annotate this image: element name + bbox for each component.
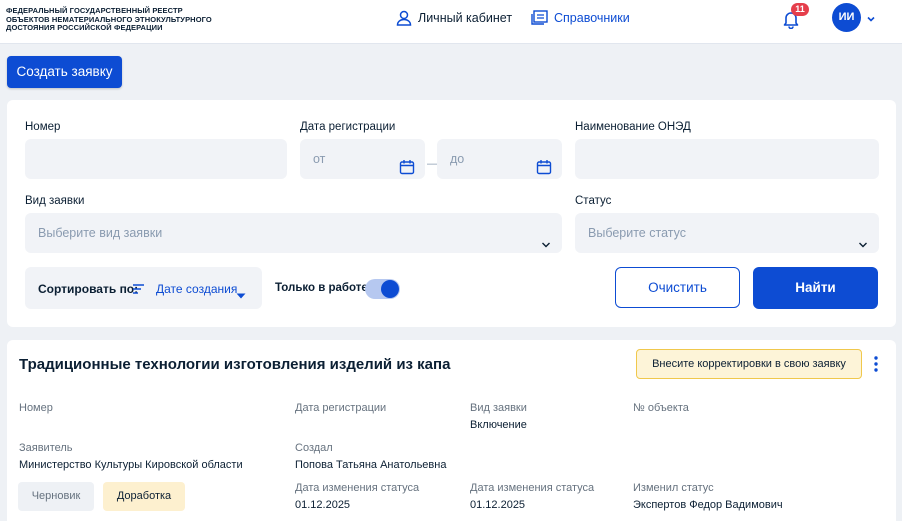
clear-button[interactable]: Очистить: [615, 267, 740, 308]
changed-by-value: Экспертов Федор Вадимович: [633, 499, 783, 511]
toggle-knob: [381, 280, 399, 298]
created-by-value: Попова Татьяна Анатольевна: [295, 459, 447, 471]
created-by-label: Создал: [295, 442, 333, 454]
notification-badge: 11: [791, 3, 809, 16]
status-label: Статус: [575, 195, 612, 207]
sort-icon: [132, 282, 145, 300]
applicant-value: Министерство Культуры Кировской области: [19, 459, 243, 471]
calendar-icon[interactable]: [536, 151, 552, 191]
calendar-icon[interactable]: [399, 151, 415, 191]
chevron-down-icon: [857, 227, 869, 267]
application-type-select[interactable]: Выберите вид заявки: [25, 213, 562, 253]
changed-by-label: Изменил статус: [633, 482, 714, 494]
date-from-input[interactable]: от: [300, 139, 425, 179]
sort-value[interactable]: Дате создания: [156, 282, 237, 296]
nav-personal-cabinet[interactable]: Личный кабинет: [396, 10, 512, 26]
sort-control[interactable]: Сортировать по: Дате создания: [25, 267, 262, 309]
onezd-name-input[interactable]: [575, 139, 879, 179]
number-label: Номер: [25, 121, 61, 133]
status-chip-revision: Доработка: [103, 482, 185, 511]
create-application-button[interactable]: Создать заявку: [7, 56, 122, 88]
nav-reference-books[interactable]: Справочники: [531, 10, 630, 25]
user-icon: [396, 10, 412, 26]
avatar[interactable]: ИИ: [832, 3, 861, 32]
status-change-date-value-2: 01.12.2025: [470, 499, 526, 511]
caret-down-icon: [236, 286, 246, 304]
app-number-label: Номер: [19, 402, 53, 414]
date-to-input[interactable]: до: [437, 139, 562, 179]
applicant-label: Заявитель: [19, 442, 73, 454]
registry-logo-text[interactable]: ФЕДЕРАЛЬНЫЙ ГОСУДАРСТВЕННЫЙ РЕЕСТР ОБЪЕК…: [6, 6, 212, 33]
application-type-label: Вид заявки: [25, 195, 85, 207]
status-chip-draft: Черновик: [18, 482, 94, 511]
in-work-label: Только в работе: [275, 282, 368, 294]
object-number-label: № объекта: [633, 402, 689, 414]
status-select[interactable]: Выберите статус: [575, 213, 879, 253]
registration-date-label: Дата регистрации: [300, 121, 396, 133]
chevron-down-icon: [540, 227, 552, 267]
app-type-value: Включение: [470, 419, 527, 431]
sort-label: Сортировать по:: [38, 282, 139, 296]
more-options-icon[interactable]: [873, 355, 879, 378]
app-reg-date-label: Дата регистрации: [295, 402, 387, 414]
top-header: ФЕДЕРАЛЬНЫЙ ГОСУДАРСТВЕННЫЙ РЕЕСТР ОБЪЕК…: [0, 0, 902, 44]
onezd-name-label: Наименование ОНЭД: [575, 121, 691, 133]
in-work-toggle[interactable]: [365, 279, 400, 299]
correction-warning-badge: Внесите корректировки в свою заявку: [636, 349, 862, 379]
find-button[interactable]: Найти: [753, 267, 878, 309]
status-change-date-label: Дата изменения статуса: [295, 482, 420, 494]
status-change-date-value: 01.12.2025: [295, 499, 351, 511]
number-input[interactable]: [25, 139, 287, 179]
app-type-label: Вид заявки: [470, 402, 527, 414]
book-icon: [531, 10, 548, 25]
status-change-date-label-2: Дата изменения статуса: [470, 482, 595, 494]
application-title[interactable]: Традиционные технологии изготовления изд…: [19, 356, 450, 373]
chevron-down-icon[interactable]: [866, 11, 876, 29]
